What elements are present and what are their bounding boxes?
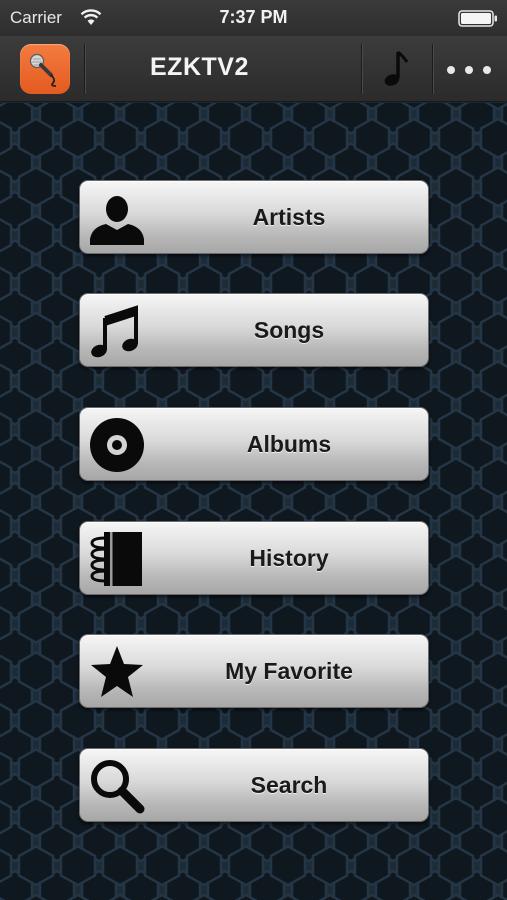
more-dots-icon bbox=[483, 66, 491, 74]
my-favorite-label: My Favorite bbox=[225, 658, 353, 684]
navigation-bar: EZKTV2 bbox=[0, 36, 507, 102]
more-options-button[interactable] bbox=[440, 44, 498, 94]
app-title: EZKTV2 bbox=[150, 53, 249, 81]
search-label: Search bbox=[250, 772, 328, 798]
disc-icon bbox=[90, 418, 144, 472]
history-label: History bbox=[249, 545, 329, 571]
battery-icon bbox=[458, 10, 497, 27]
artists-label: Artists bbox=[252, 204, 326, 230]
songs-label: Songs bbox=[253, 317, 325, 343]
microphone-icon bbox=[29, 53, 57, 87]
more-dots-icon bbox=[465, 66, 473, 74]
history-button[interactable]: History bbox=[79, 521, 429, 595]
magnifier-icon bbox=[91, 760, 145, 814]
notebook-icon bbox=[90, 532, 142, 586]
more-dots-icon bbox=[447, 66, 455, 74]
microphone-app-icon[interactable] bbox=[20, 44, 70, 94]
now-playing-button[interactable] bbox=[370, 44, 422, 94]
artists-button[interactable]: Artists bbox=[79, 180, 429, 254]
my-favorite-button[interactable]: My Favorite bbox=[79, 634, 429, 708]
status-bar: Carrier 7:37 PM bbox=[0, 0, 507, 36]
search-button[interactable]: Search bbox=[79, 748, 429, 822]
nav-divider bbox=[361, 44, 363, 94]
music-note-icon bbox=[384, 50, 409, 86]
star-icon bbox=[91, 646, 143, 697]
albums-button[interactable]: Albums bbox=[79, 407, 429, 481]
nav-divider bbox=[432, 44, 434, 94]
albums-label: Albums bbox=[246, 431, 332, 457]
clock-time: 7:37 PM bbox=[219, 7, 288, 27]
nav-divider bbox=[84, 44, 86, 94]
person-icon bbox=[90, 196, 144, 245]
main-content: Artists Songs Albums History My Favorite… bbox=[0, 103, 507, 900]
songs-button[interactable]: Songs bbox=[79, 293, 429, 367]
music-notes-icon bbox=[91, 305, 138, 358]
